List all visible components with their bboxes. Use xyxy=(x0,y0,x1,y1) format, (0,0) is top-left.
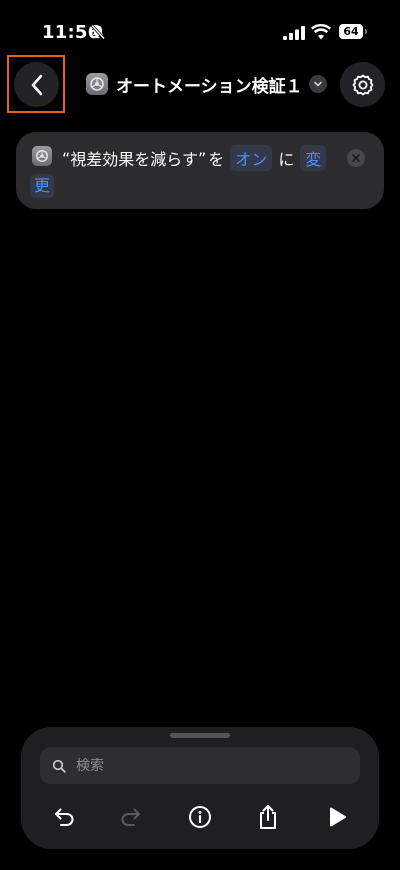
quote-open: “ xyxy=(62,148,71,168)
chevron-down-icon[interactable] xyxy=(308,75,327,93)
state-value-token[interactable]: オン xyxy=(230,145,273,171)
back-button[interactable] xyxy=(14,62,59,107)
chevron-left-icon xyxy=(31,74,42,95)
particle-ni: に xyxy=(278,150,295,169)
particle-wo: を xyxy=(208,150,225,169)
page-title: オートメーション検証１ xyxy=(116,76,303,97)
close-icon xyxy=(352,154,360,162)
redo-icon xyxy=(121,808,140,826)
search-input[interactable] xyxy=(74,756,348,775)
home-indicator xyxy=(130,857,270,862)
undo-icon xyxy=(55,808,74,826)
action-bottom-sheet xyxy=(21,727,379,849)
operation-token-continued[interactable]: 更 xyxy=(30,174,55,198)
remove-action-button[interactable] xyxy=(347,149,365,167)
setting-name: 視差効果を減らす xyxy=(70,150,198,169)
shortcut-title-menu[interactable]: オートメーション検証１ xyxy=(86,71,327,97)
quote-close: ” xyxy=(197,148,207,168)
wifi-icon xyxy=(311,24,331,40)
redo-button[interactable] xyxy=(115,801,147,833)
settings-app-icon xyxy=(32,146,52,166)
battery-cap xyxy=(365,29,367,34)
search-icon xyxy=(52,759,66,773)
play-icon xyxy=(329,807,347,827)
set-reduce-motion-action[interactable]: “ 視差効果を減らす ” を オン に 変 更 xyxy=(16,132,384,209)
info-button[interactable] xyxy=(184,801,216,833)
bell-slash-icon xyxy=(90,24,106,40)
action-sentence: “ 視差効果を減らす ” を オン に 変 xyxy=(62,145,330,171)
operation-token[interactable]: 変 xyxy=(300,145,327,171)
settings-app-icon xyxy=(86,73,108,95)
info-icon xyxy=(189,806,211,828)
share-button[interactable] xyxy=(252,801,284,833)
share-icon xyxy=(260,805,276,829)
status-bar: 11:56 64 xyxy=(0,0,400,56)
search-field[interactable] xyxy=(40,747,360,784)
settings-gear-icon xyxy=(352,74,373,95)
run-button[interactable] xyxy=(321,801,353,833)
cellular-signal-icon xyxy=(283,26,305,40)
battery-icon: 64 xyxy=(339,24,363,39)
undo-button[interactable] xyxy=(48,801,80,833)
sheet-grabber[interactable] xyxy=(170,733,230,738)
shortcut-settings-button[interactable] xyxy=(340,62,385,107)
